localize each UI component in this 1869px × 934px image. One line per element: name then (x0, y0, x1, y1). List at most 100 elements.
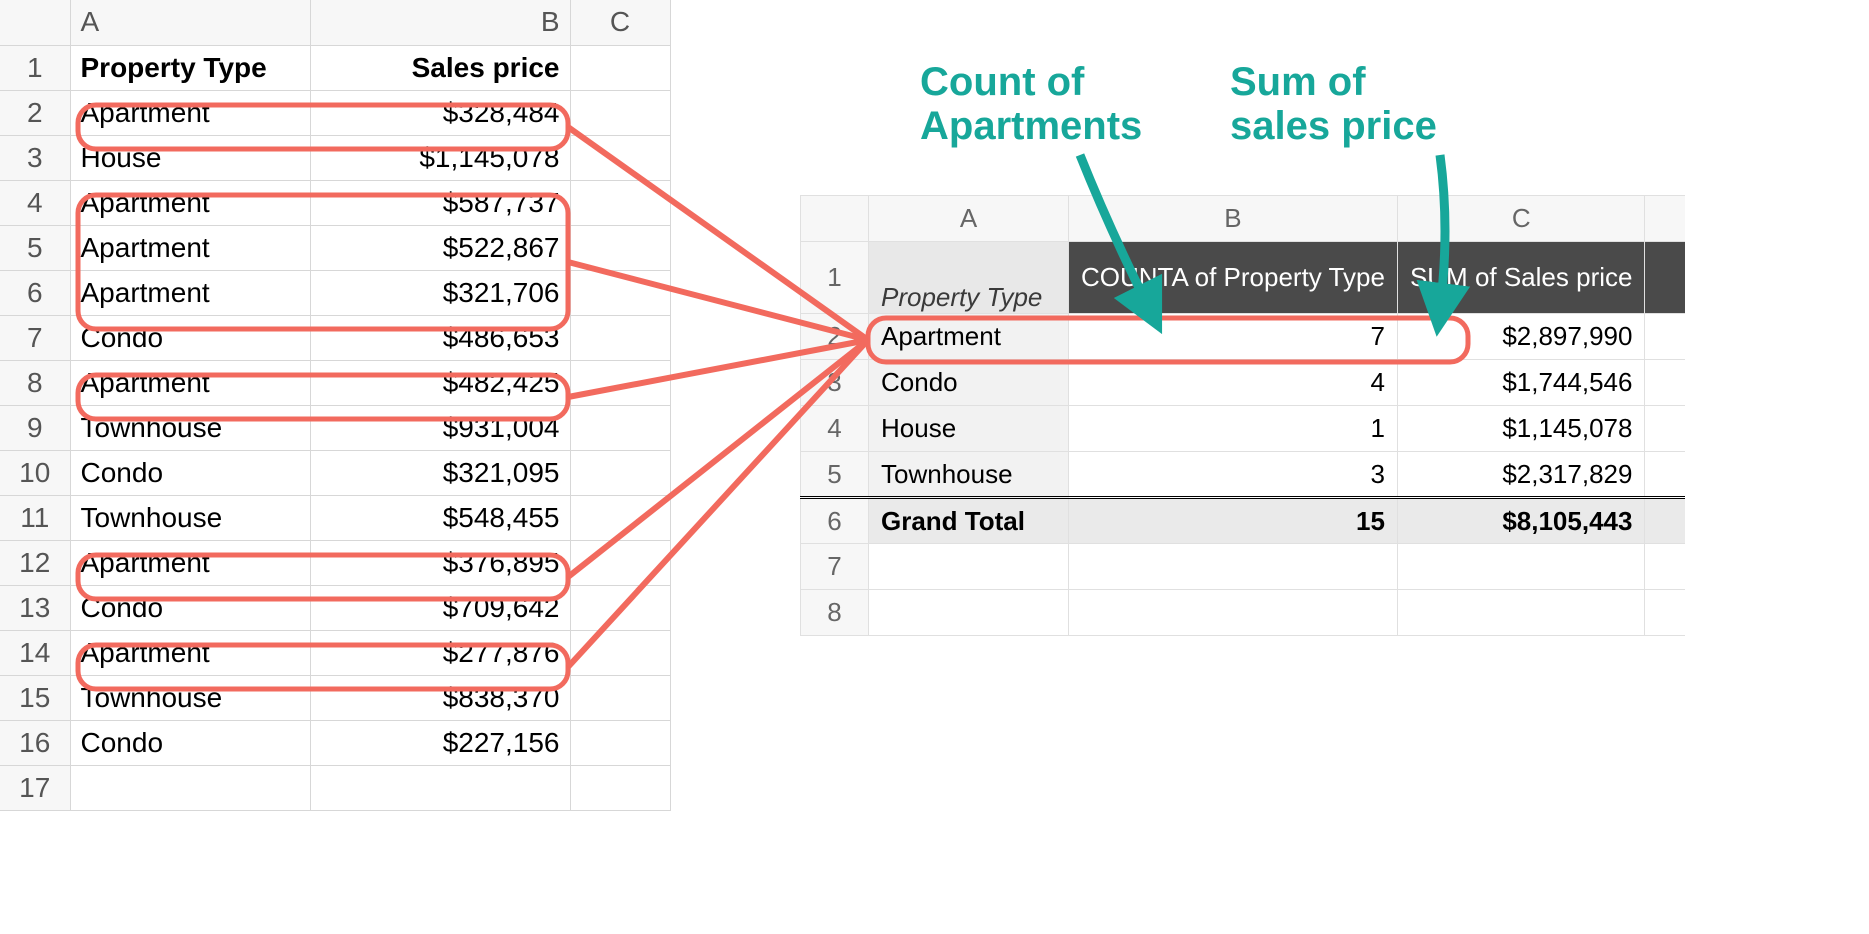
cell-property-type[interactable]: Apartment (70, 630, 310, 675)
cell-property-type[interactable]: Townhouse (70, 405, 310, 450)
cell[interactable] (1645, 498, 1685, 544)
row-header[interactable]: 12 (0, 540, 70, 585)
cell-sales-price[interactable]: $277,876 (310, 630, 570, 675)
cell-property-type[interactable]: Apartment (70, 90, 310, 135)
select-all-cell[interactable] (801, 196, 869, 242)
pivot-cell-type[interactable]: Apartment (869, 314, 1069, 360)
cell-sales-price[interactable]: $227,156 (310, 720, 570, 765)
cell[interactable] (570, 90, 670, 135)
cell[interactable] (869, 544, 1069, 590)
column-header-B[interactable]: B (310, 0, 570, 45)
cell-sales-price[interactable]: $709,642 (310, 585, 570, 630)
row-header[interactable]: 3 (801, 360, 869, 406)
cell-sales-price[interactable]: $931,004 (310, 405, 570, 450)
pivot-cell-count[interactable]: 7 (1069, 314, 1398, 360)
pivot-header-counta[interactable]: COUNTA of Property Type (1069, 242, 1398, 314)
cell[interactable] (570, 765, 670, 810)
cell-sales-price[interactable]: $522,867 (310, 225, 570, 270)
row-header[interactable]: 17 (0, 765, 70, 810)
cell-sales-price[interactable]: $548,455 (310, 495, 570, 540)
row-header[interactable]: 2 (0, 90, 70, 135)
cell[interactable] (570, 675, 670, 720)
pivot-cell-sum[interactable]: $1,744,546 (1397, 360, 1645, 406)
row-header[interactable]: 16 (0, 720, 70, 765)
pivot-header-property-type[interactable]: Property Type (869, 242, 1069, 314)
cell-property-type[interactable]: Condo (70, 585, 310, 630)
cell[interactable] (1397, 590, 1645, 636)
cell[interactable] (1069, 544, 1398, 590)
cell-sales-price[interactable]: $838,370 (310, 675, 570, 720)
cell-property-type[interactable]: Townhouse (70, 675, 310, 720)
pivot-cell-type[interactable]: Townhouse (869, 452, 1069, 498)
column-header-C[interactable]: C (570, 0, 670, 45)
cell-sales-price[interactable]: $1,145,078 (310, 135, 570, 180)
cell[interactable] (1645, 406, 1685, 452)
cell[interactable] (570, 540, 670, 585)
pivot-cell-type[interactable]: House (869, 406, 1069, 452)
cell-sales-price[interactable]: $328,484 (310, 90, 570, 135)
pivot-cell-count[interactable]: 4 (1069, 360, 1398, 406)
pivot-grand-total-count[interactable]: 15 (1069, 498, 1398, 544)
row-header[interactable]: 8 (0, 360, 70, 405)
row-header[interactable]: 1 (801, 242, 869, 314)
pivot-cell-type[interactable]: Condo (869, 360, 1069, 406)
cell[interactable] (1645, 360, 1685, 406)
source-data-table[interactable]: A B C 1 Property Type Sales price 2Apart… (0, 0, 671, 811)
row-header[interactable]: 10 (0, 450, 70, 495)
cell-property-type[interactable]: Apartment (70, 360, 310, 405)
cell[interactable] (1069, 590, 1398, 636)
pivot-column-header-blank[interactable] (1645, 196, 1685, 242)
cell[interactable] (570, 135, 670, 180)
pivot-column-header-A[interactable]: A (869, 196, 1069, 242)
pivot-column-header-C[interactable]: C (1397, 196, 1645, 242)
cell-property-type[interactable]: Apartment (70, 180, 310, 225)
cell[interactable] (570, 630, 670, 675)
row-header[interactable]: 2 (801, 314, 869, 360)
row-header[interactable]: 7 (0, 315, 70, 360)
row-header[interactable]: 7 (801, 544, 869, 590)
cell[interactable] (570, 585, 670, 630)
cell[interactable] (570, 450, 670, 495)
row-header[interactable]: 1 (0, 45, 70, 90)
header-property-type[interactable]: Property Type (70, 45, 310, 90)
pivot-cell-sum[interactable]: $2,317,829 (1397, 452, 1645, 498)
cell-property-type[interactable]: Townhouse (70, 495, 310, 540)
header-sales-price[interactable]: Sales price (310, 45, 570, 90)
cell[interactable] (570, 270, 670, 315)
cell[interactable] (570, 495, 670, 540)
row-header[interactable]: 14 (0, 630, 70, 675)
cell[interactable] (570, 720, 670, 765)
cell[interactable] (1645, 590, 1685, 636)
cell-sales-price[interactable]: $376,895 (310, 540, 570, 585)
cell-property-type[interactable]: Condo (70, 315, 310, 360)
pivot-cell-sum[interactable]: $2,897,990 (1397, 314, 1645, 360)
cell[interactable] (570, 360, 670, 405)
row-header[interactable]: 9 (0, 405, 70, 450)
cell-sales-price[interactable]: $587,737 (310, 180, 570, 225)
column-header-A[interactable]: A (70, 0, 310, 45)
pivot-grand-total-sum[interactable]: $8,105,443 (1397, 498, 1645, 544)
cell-property-type[interactable] (70, 765, 310, 810)
cell-sales-price[interactable]: $486,653 (310, 315, 570, 360)
row-header[interactable]: 5 (0, 225, 70, 270)
cell[interactable] (570, 45, 670, 90)
cell-sales-price[interactable]: $321,095 (310, 450, 570, 495)
cell[interactable] (1645, 544, 1685, 590)
cell-property-type[interactable]: Apartment (70, 270, 310, 315)
cell[interactable] (570, 180, 670, 225)
pivot-column-header-B[interactable]: B (1069, 196, 1398, 242)
row-header[interactable]: 4 (0, 180, 70, 225)
cell[interactable] (570, 315, 670, 360)
cell-property-type[interactable]: Apartment (70, 540, 310, 585)
pivot-grand-total-label[interactable]: Grand Total (869, 498, 1069, 544)
cell[interactable] (1645, 314, 1685, 360)
row-header[interactable]: 6 (801, 498, 869, 544)
cell-sales-price[interactable]: $482,425 (310, 360, 570, 405)
cell-sales-price[interactable]: $321,706 (310, 270, 570, 315)
cell-property-type[interactable]: House (70, 135, 310, 180)
pivot-cell-count[interactable]: 3 (1069, 452, 1398, 498)
row-header[interactable]: 6 (0, 270, 70, 315)
select-all-cell[interactable] (0, 0, 70, 45)
cell-sales-price[interactable] (310, 765, 570, 810)
row-header[interactable]: 4 (801, 406, 869, 452)
